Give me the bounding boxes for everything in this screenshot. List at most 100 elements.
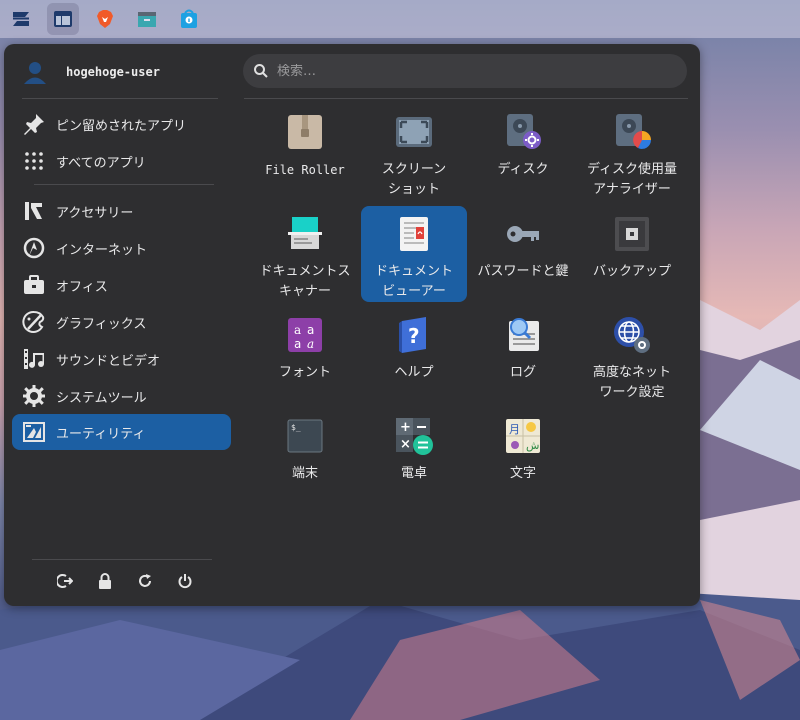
app-calculator[interactable]: + × 電卓 (361, 408, 467, 504)
app-passwords-keys[interactable]: パスワードと鍵 (470, 206, 576, 302)
sidebar-item-accessories[interactable]: アクセサリー (12, 193, 231, 229)
disk-usage-icon (616, 114, 651, 149)
sidebar-item-label: アクセサリー (56, 205, 134, 221)
sidebar-item-graphics[interactable]: グラフィックス (12, 304, 231, 340)
document-viewer-icon (400, 217, 428, 251)
sidebar-item-label: グラフィックス (56, 316, 147, 332)
app-label: フォント (278, 365, 331, 380)
sidebar-item-system-tools[interactable]: システムツール (12, 378, 231, 414)
app-document-scanner[interactable]: ドキュメントス キャナー (252, 206, 358, 302)
search-icon (254, 64, 268, 78)
screenshot-icon (396, 117, 432, 147)
app-terminal[interactable]: $_ 端末 (252, 408, 358, 504)
app-screenshot[interactable]: スクリーン ショット (361, 104, 467, 200)
restart-button[interactable] (136, 572, 154, 590)
network-settings-icon (614, 317, 650, 353)
sidebar-item-label: サウンドとビデオ (56, 353, 161, 369)
passwords-keys-icon (507, 226, 539, 242)
sidebar-item-internet[interactable]: インターネット (12, 230, 231, 266)
software-store-button[interactable] (173, 3, 205, 35)
terminal-icon: $_ (287, 419, 323, 453)
lock-button[interactable] (96, 572, 114, 590)
app-label: パスワードと鍵 (477, 264, 569, 279)
brave-browser-button[interactable] (89, 3, 121, 35)
software-store-icon (181, 9, 197, 28)
sidebar-item-sound-video[interactable]: サウンドとビデオ (12, 341, 231, 377)
pin-icon (22, 112, 46, 136)
app-file-roller[interactable]: File Roller (252, 104, 358, 200)
sound-video-icon (22, 347, 46, 371)
svg-text:a: a (307, 337, 314, 351)
characters-icon: 月 ش (506, 419, 540, 453)
backup-icon (615, 217, 649, 251)
svg-text:月: 月 (509, 423, 520, 436)
app-help[interactable]: ? ヘルプ (361, 307, 467, 403)
avatar-icon (24, 62, 46, 84)
sidebar-item-label: ピン留めされたアプリ (56, 118, 187, 134)
files-button[interactable] (131, 3, 163, 35)
app-disks[interactable]: ディスク (470, 104, 576, 200)
svg-text:ش: ش (526, 439, 539, 452)
app-label: ヘルプ (394, 365, 434, 380)
sidebar-item-label: オフィス (56, 279, 108, 295)
brave-browser-icon (97, 10, 113, 28)
top-panel (0, 0, 800, 38)
sidebar-item-office[interactable]: オフィス (12, 267, 231, 303)
app-label: ディスク (497, 162, 549, 177)
app-document-viewer[interactable]: ドキュメント ビューアー (361, 206, 467, 302)
disks-icon (507, 114, 541, 149)
restart-icon (139, 574, 151, 587)
app-disk-usage[interactable]: ディスク使用量 アナライザー (579, 104, 685, 200)
lock-icon (99, 573, 111, 589)
search-input[interactable] (277, 63, 657, 79)
internet-icon (22, 236, 46, 260)
system-tools-icon (22, 384, 46, 408)
sidebar-divider (34, 184, 214, 185)
app-label: バックアップ (592, 264, 671, 279)
sidebar-item-label: システムツール (56, 390, 147, 406)
accessories-icon (22, 199, 46, 223)
svg-text:+: + (400, 420, 411, 435)
power-icon (178, 574, 192, 589)
sidebar-item-label: ユーティリティ (56, 426, 146, 442)
svg-text:a: a (294, 337, 301, 351)
search-box[interactable] (243, 54, 687, 88)
window-switcher-button[interactable] (47, 3, 79, 35)
app-label: 端末 (291, 466, 318, 481)
app-label: ログ (509, 365, 536, 380)
grid-dots-icon (22, 149, 46, 173)
power-button[interactable] (176, 572, 194, 590)
zorin-menu-button[interactable] (5, 3, 37, 35)
app-backup[interactable]: バックアップ (579, 206, 685, 302)
app-logs[interactable]: ログ (470, 307, 576, 403)
app-label: ディスク使用量 アナライザー (586, 162, 678, 197)
user-name: hogehoge-user (66, 65, 160, 79)
files-icon (138, 12, 156, 27)
svg-text:×: × (400, 437, 411, 452)
zorin-menu-icon (13, 12, 29, 26)
sidebar-item-pinned[interactable]: ピン留めされたアプリ (12, 106, 231, 142)
sidebar-item-label: インターネット (56, 242, 148, 258)
header-divider (244, 98, 688, 99)
logout-icon (57, 574, 73, 588)
app-network-settings[interactable]: 高度なネット ワーク設定 (579, 307, 685, 403)
sidebar-bottom-divider (32, 559, 212, 560)
sidebar-item-utilities[interactable]: ユーティリティ (12, 414, 231, 450)
session-actions (56, 572, 194, 590)
calculator-icon: + × (396, 418, 433, 455)
help-icon: ? (399, 317, 426, 353)
sidebar-item-all-apps[interactable]: すべてのアプリ (12, 143, 231, 179)
sidebar-item-label: すべてのアプリ (56, 155, 146, 171)
document-scanner-icon (288, 217, 322, 249)
user-info[interactable]: hogehoge-user (22, 58, 160, 86)
app-label: ドキュメントス キャナー (259, 264, 351, 299)
svg-text:$_: $_ (291, 423, 301, 432)
logout-button[interactable] (56, 572, 74, 590)
app-label: 高度なネット ワーク設定 (592, 365, 671, 400)
app-fonts[interactable]: a a a a フォント (252, 307, 358, 403)
app-characters[interactable]: 月 ش 文字 (470, 408, 576, 504)
logs-icon (509, 318, 539, 351)
header-divider (22, 98, 218, 99)
app-label: 電卓 (400, 466, 427, 481)
app-label: スクリーン ショット (381, 162, 447, 197)
